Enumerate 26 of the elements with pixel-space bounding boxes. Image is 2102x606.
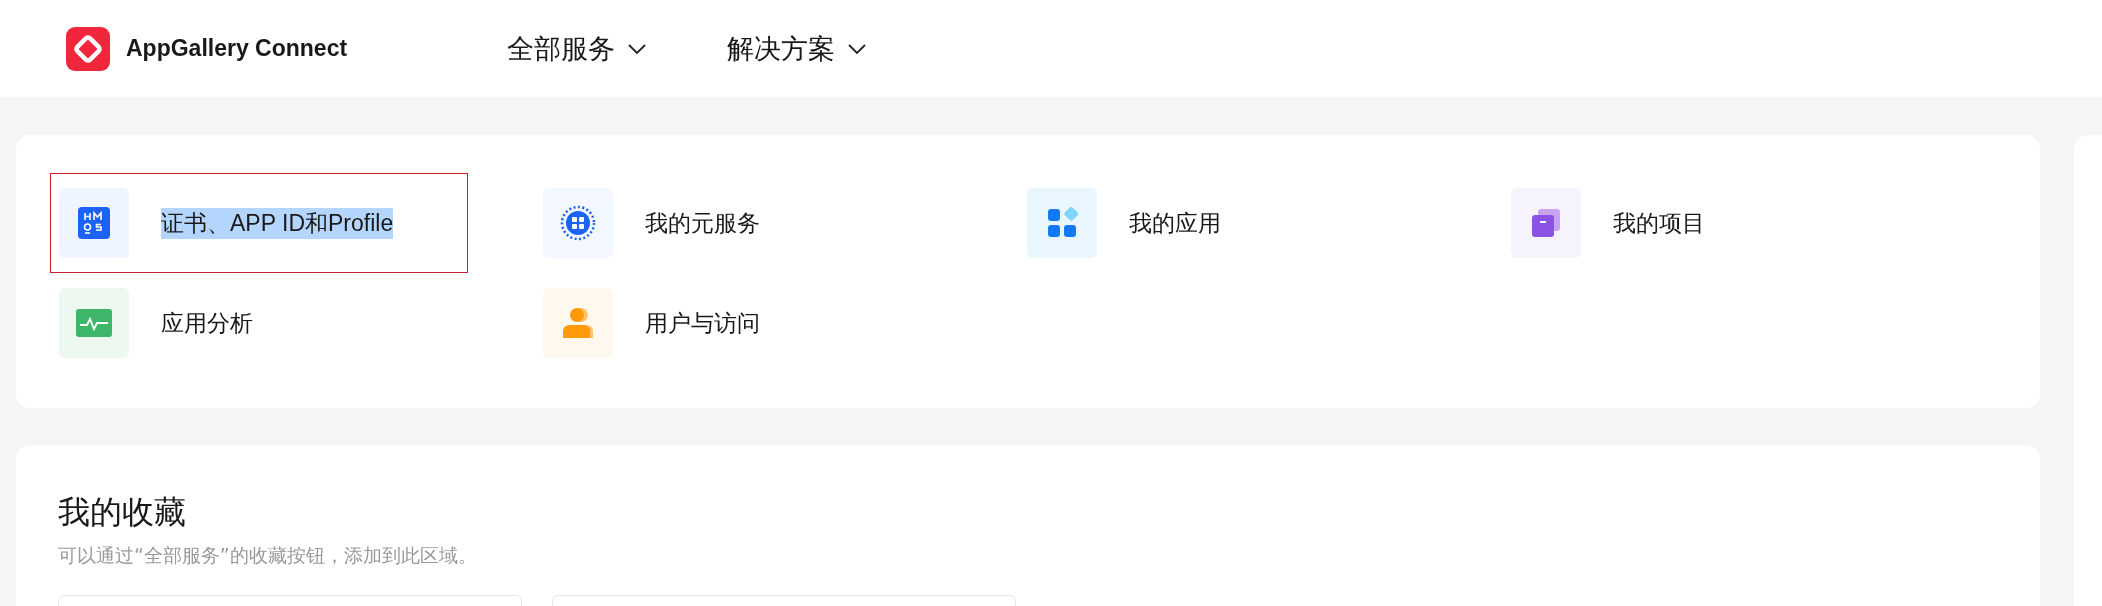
nav-menu[interactable]: 解决方案 <box>727 30 868 67</box>
service-label: 应用分析 <box>161 308 253 338</box>
service-tile[interactable]: 我的应用 <box>1018 173 1436 273</box>
section-title: 我的收藏 <box>58 492 187 533</box>
highlighted-service-tile[interactable]: 证书、APP ID和Profile <box>50 173 468 273</box>
stacked-folder-icon <box>1530 207 1562 239</box>
service-tile[interactable]: 用户与访问 <box>534 273 952 373</box>
service-tile[interactable]: 我的项目 <box>1502 173 1920 273</box>
service-label: 我的应用 <box>1129 208 1221 238</box>
service-label: 我的项目 <box>1613 208 1705 238</box>
grid-circle-icon <box>560 205 596 241</box>
chart-icon <box>76 309 112 337</box>
user-icon <box>561 306 595 340</box>
service-tile[interactable]: 应用分析 <box>50 273 468 373</box>
logo-icon[interactable] <box>66 26 110 71</box>
caret-icon <box>627 42 648 55</box>
nav-menu[interactable]: 全部服务 <box>507 30 648 67</box>
service-tile[interactable]: 我的元服务 <box>534 173 952 273</box>
hmos-icon <box>78 207 110 239</box>
hint-text: 可以通过“全部服务”的收藏按钮，添加到此区域。 <box>58 543 478 568</box>
caret-icon <box>847 42 868 55</box>
service-label: 证书、APP ID和Profile <box>161 207 394 239</box>
service-label: 用户与访问 <box>645 308 760 338</box>
apps-icon <box>1046 207 1078 239</box>
brand-name[interactable]: AppGallery Connect <box>126 35 348 62</box>
service-label: 我的元服务 <box>645 208 760 238</box>
